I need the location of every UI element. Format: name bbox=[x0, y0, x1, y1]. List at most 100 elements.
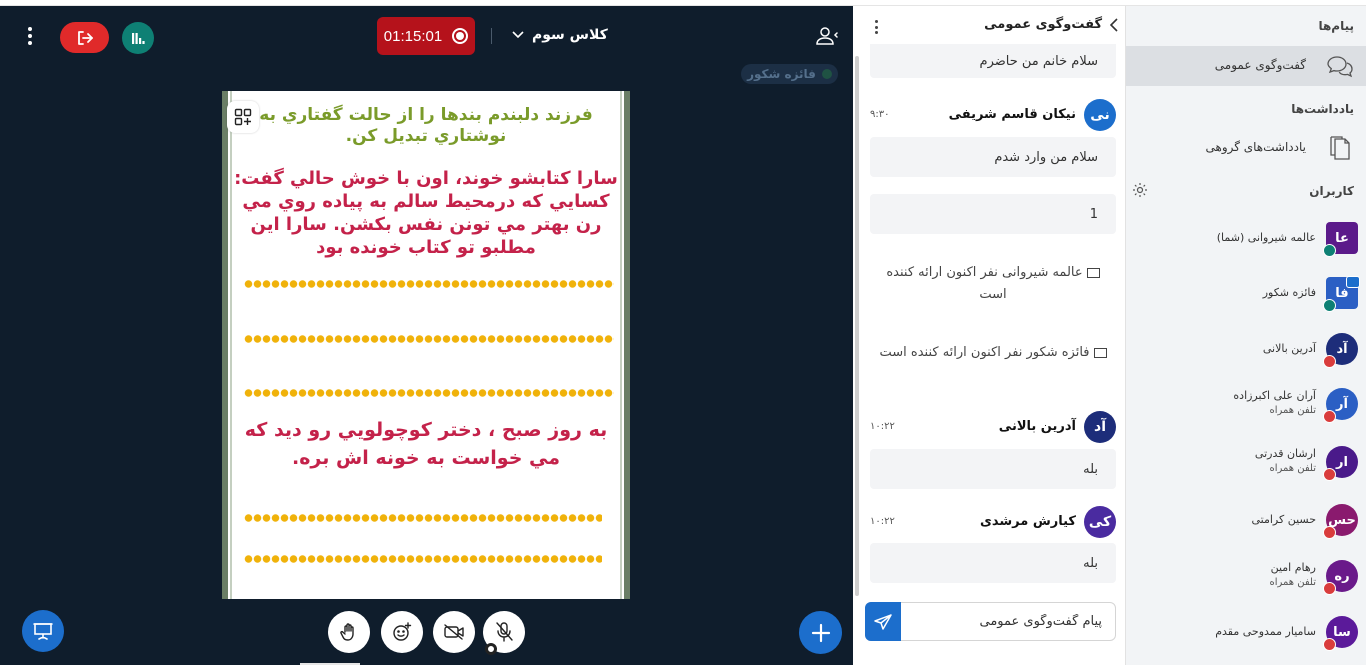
message-time: ۹:۳۰ bbox=[870, 109, 890, 120]
user-name: عالمه شیروانی (شما) bbox=[1216, 231, 1316, 244]
user-list-icon bbox=[816, 27, 838, 45]
user-list-item[interactable]: فا فائزه شکور bbox=[1126, 273, 1366, 323]
add-widget-icon bbox=[234, 108, 252, 126]
talking-indicator: فائزه شکور bbox=[741, 64, 838, 84]
headset-icon bbox=[1323, 244, 1336, 257]
sender-name: نیکان قاسم شریفی bbox=[948, 107, 1076, 122]
mic-status-dot bbox=[485, 643, 497, 655]
muted-icon bbox=[1323, 582, 1336, 595]
mic-on-icon bbox=[1323, 299, 1336, 312]
dotted-line bbox=[244, 554, 602, 564]
muted-icon bbox=[1323, 468, 1336, 481]
options-menu-icon[interactable] bbox=[20, 22, 40, 50]
presenter-icon bbox=[1086, 267, 1100, 278]
chat-bubbles-icon bbox=[1326, 52, 1354, 80]
chat-message-header: آد آدرین بالانی ۱۰:۲۲ bbox=[870, 411, 1116, 443]
user-name: آدرین بالانی bbox=[1262, 342, 1316, 355]
user-device: تلفن همراه bbox=[1269, 405, 1316, 416]
chat-message-input[interactable] bbox=[904, 603, 1112, 640]
presentation-button[interactable] bbox=[22, 610, 64, 652]
chat-message: سلام خانم من حاضرم bbox=[870, 44, 1116, 78]
user-device: تلفن همراه bbox=[1269, 577, 1316, 588]
user-name: سامیار ممدوحی مقدم bbox=[1215, 625, 1316, 638]
notes-icon bbox=[1326, 134, 1354, 162]
hand-icon bbox=[340, 623, 354, 641]
user-device: تلفن همراه bbox=[1269, 463, 1316, 474]
recording-time: 01:15:01 bbox=[383, 27, 443, 45]
dotted-line bbox=[244, 334, 614, 344]
public-chat-item[interactable]: گفت‌وگوی عمومی bbox=[1126, 46, 1366, 86]
user-name: حسین کرامتی bbox=[1251, 513, 1316, 526]
camera-off-icon bbox=[444, 624, 464, 640]
chat-options-icon[interactable] bbox=[871, 18, 881, 36]
leave-meeting-button[interactable] bbox=[60, 22, 109, 53]
raise-hand-button[interactable] bbox=[328, 611, 370, 653]
camera-toggle-button[interactable] bbox=[433, 611, 475, 653]
notes-section-title: یادداشت‌ها bbox=[1291, 102, 1354, 116]
chat-title: گفت‌وگوی عمومی bbox=[984, 17, 1102, 32]
public-chat-label: گفت‌وگوی عمومی bbox=[1214, 58, 1306, 72]
chat-message: بله bbox=[870, 449, 1116, 489]
chat-message-header: کی کیارش مرشدی ۱۰:۲۲ bbox=[870, 506, 1116, 538]
talker-name: فائزه شکور bbox=[747, 67, 816, 81]
chevron-down-icon bbox=[512, 31, 524, 39]
slide-tools-button[interactable] bbox=[227, 101, 259, 133]
emoji-icon bbox=[393, 622, 412, 641]
recording-timer[interactable]: 01:15:01 bbox=[377, 17, 475, 55]
slide-instruction: فرزند دلبندم بندها را از حالت گفتاري به … bbox=[259, 105, 593, 146]
mic-dot-icon bbox=[821, 69, 832, 79]
sender-name: کیارش مرشدی bbox=[979, 514, 1076, 529]
message-time: ۱۰:۲۲ bbox=[870, 421, 895, 432]
message-time: ۱۰:۲۲ bbox=[870, 516, 895, 527]
user-list-item[interactable]: حس حسین کرامتی bbox=[1126, 500, 1366, 550]
user-name: ارشان قدرتی bbox=[1254, 447, 1316, 460]
dotted-line bbox=[244, 279, 614, 289]
toggle-user-list-button[interactable] bbox=[812, 24, 840, 48]
user-list-item[interactable]: عا عالمه شیروانی (شما) bbox=[1126, 218, 1366, 268]
header-divider bbox=[491, 28, 492, 44]
sender-name: آدرین بالانی bbox=[998, 419, 1076, 434]
record-icon bbox=[452, 28, 469, 44]
bar-chart-icon bbox=[132, 33, 145, 44]
presenter-badge-icon bbox=[1346, 276, 1360, 288]
plus-icon bbox=[811, 623, 830, 642]
presenter-icon bbox=[1093, 347, 1107, 358]
user-name: فائزه شکور bbox=[1262, 286, 1316, 299]
avatar: نی bbox=[1084, 99, 1116, 131]
chevron-left-icon bbox=[1110, 17, 1118, 32]
user-list-sidebar: پیام‌ها گفت‌وگوی عمومی یادداشت‌ها یادداش… bbox=[1126, 6, 1366, 665]
close-chat-button[interactable]: گفت‌وگوی عمومی bbox=[984, 17, 1118, 32]
messages-section-title: پیام‌ها bbox=[1318, 19, 1354, 33]
reactions-button[interactable] bbox=[381, 611, 423, 653]
chat-composer bbox=[865, 602, 1116, 641]
room-name: کلاس سوم bbox=[532, 27, 608, 43]
public-chat-panel: گفت‌وگوی عمومی سلام خانم من حاضرم نی نیک… bbox=[853, 6, 1130, 665]
chat-scrollbar[interactable] bbox=[855, 56, 859, 596]
group-notes-label: یادداشت‌های گروهی bbox=[1205, 140, 1306, 154]
group-notes-item[interactable]: یادداشت‌های گروهی bbox=[1126, 128, 1366, 168]
conference-app: 01:15:01 کلاس سوم فائزه شکور فرزند دلبند… bbox=[0, 0, 1366, 665]
send-icon bbox=[874, 613, 892, 630]
user-list-item[interactable]: ار ارشان قدرتی تلفن همراه bbox=[1126, 442, 1366, 492]
user-list-item[interactable]: ره رهام امین تلفن همراه bbox=[1126, 556, 1366, 606]
slide-paragraph-2: به روز صبح ، دختر كوچولويي رو ديد كه مي … bbox=[244, 419, 608, 469]
gear-icon[interactable] bbox=[1132, 182, 1148, 198]
user-list-item[interactable]: آر آران علی اکبرزاده تلفن همراه bbox=[1126, 384, 1366, 434]
chat-message: 1 bbox=[870, 194, 1116, 234]
slide-paragraph-1: سارا كتابشو خوند، اون با خوش حالي گفت: ك… bbox=[234, 168, 618, 258]
muted-icon bbox=[1323, 410, 1336, 423]
send-message-button[interactable] bbox=[865, 602, 901, 641]
actions-menu-button[interactable] bbox=[799, 611, 842, 654]
microphone-toggle-button[interactable] bbox=[483, 611, 525, 655]
user-list-item[interactable]: سا سامیار ممدوحی مقدم bbox=[1126, 612, 1366, 662]
muted-icon bbox=[1323, 526, 1336, 539]
avatar: کی bbox=[1084, 506, 1116, 538]
muted-icon bbox=[1323, 355, 1336, 368]
room-name-dropdown[interactable]: کلاس سوم bbox=[512, 24, 608, 46]
system-message: فائزه شکور نفر اکنون ارائه کننده است bbox=[873, 342, 1113, 364]
connection-status-button[interactable] bbox=[122, 22, 154, 54]
user-list-item[interactable]: آد آدرین بالانی bbox=[1126, 329, 1366, 379]
avatar: آد bbox=[1084, 411, 1116, 443]
dotted-line bbox=[244, 513, 602, 523]
chat-message-header: نی نیکان قاسم شریفی ۹:۳۰ bbox=[870, 99, 1116, 131]
